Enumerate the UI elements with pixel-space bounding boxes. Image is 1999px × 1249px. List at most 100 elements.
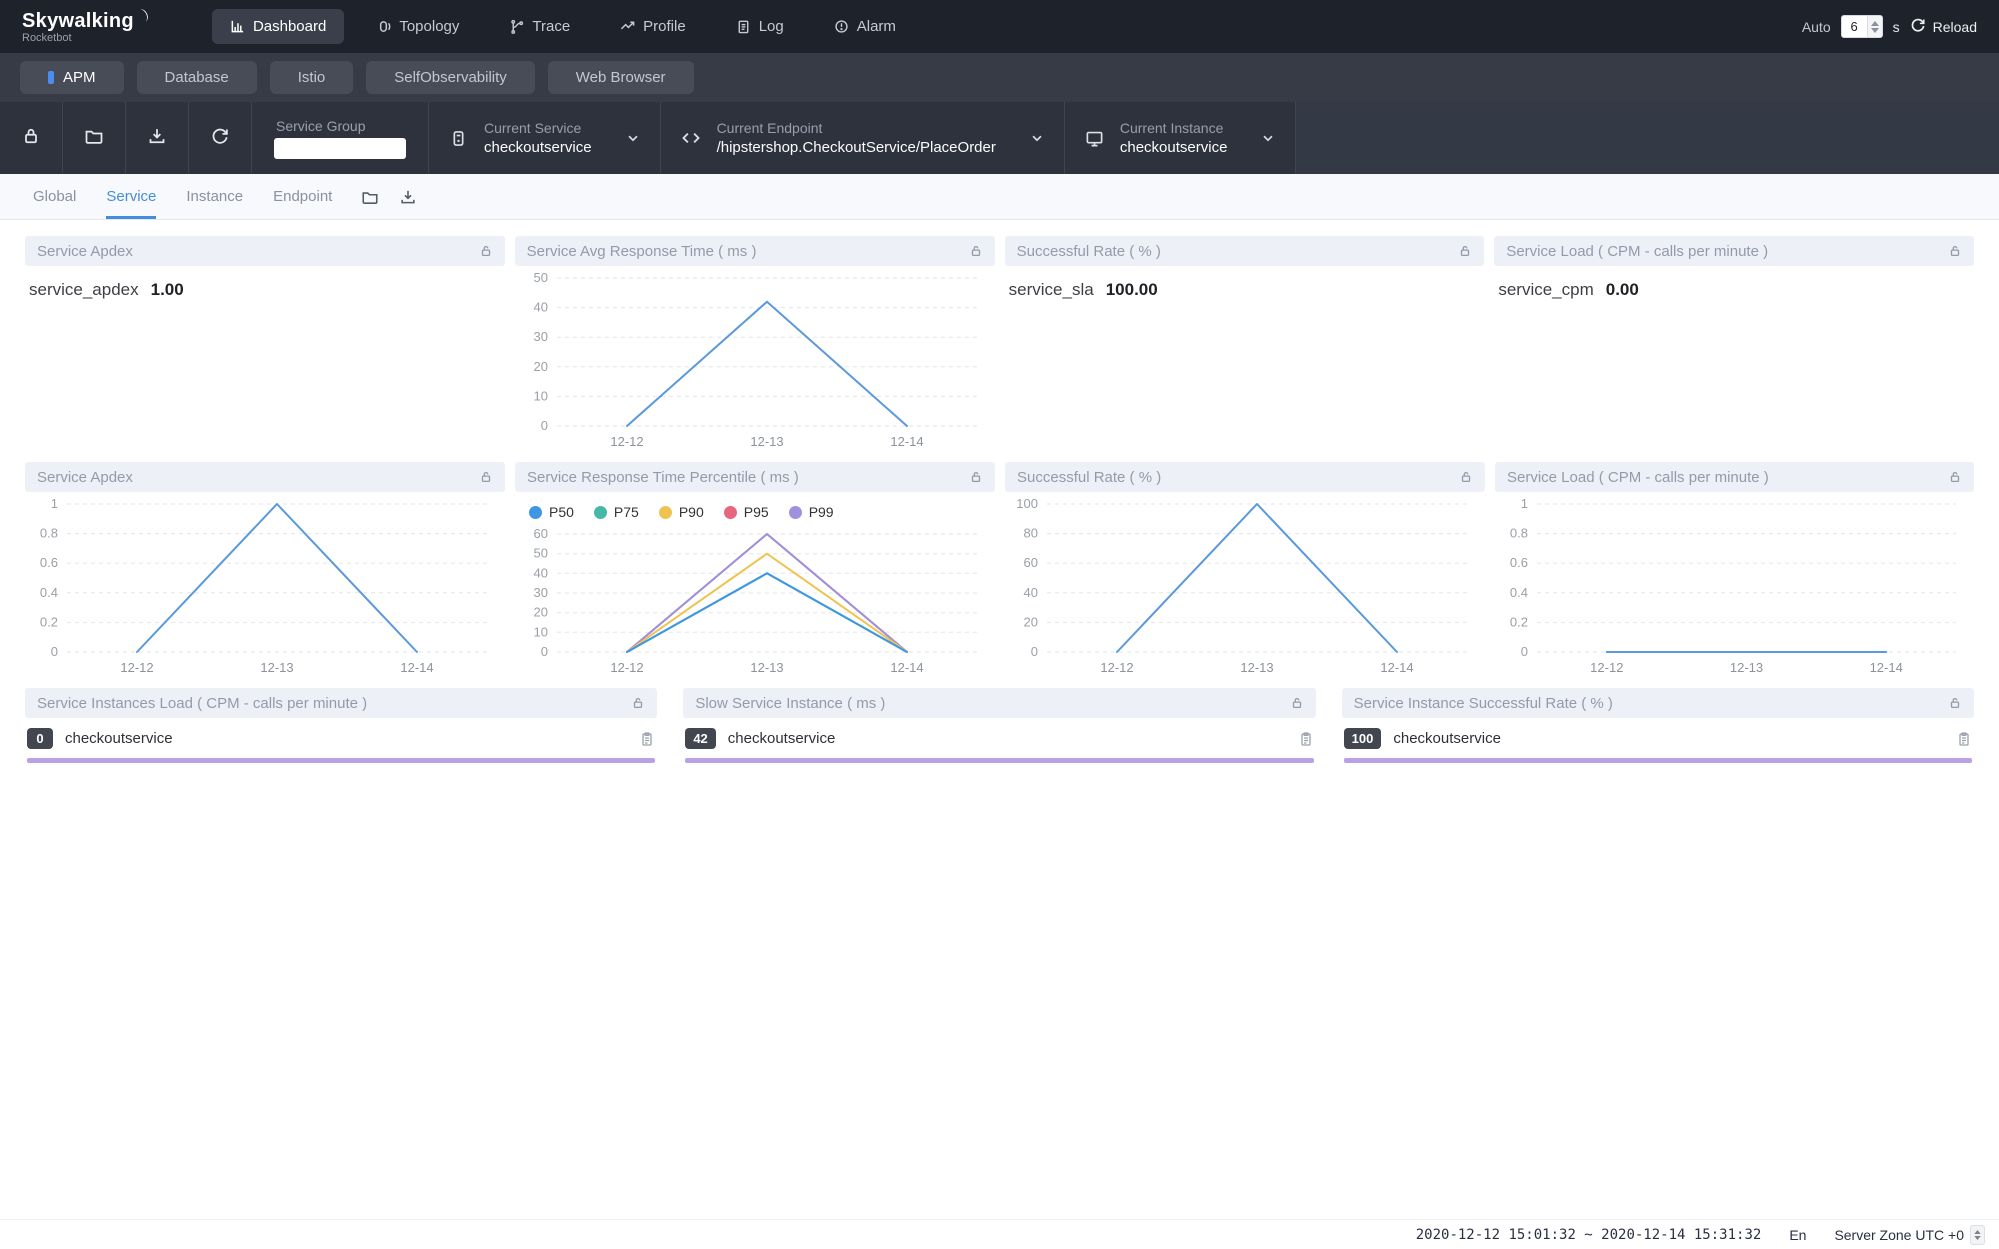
lock-icon[interactable] bbox=[631, 696, 645, 710]
tab-selfobservability[interactable]: SelfObservability bbox=[366, 61, 535, 94]
nav-item-dashboard[interactable]: Dashboard bbox=[212, 9, 344, 44]
service-group-input[interactable] bbox=[274, 138, 406, 159]
navbar-right-controls: Auto 6 s Reload bbox=[1802, 15, 1977, 38]
card-slow-instance: Slow Service Instance ( ms ) 42 checkout… bbox=[683, 688, 1315, 763]
service-apdex-chart[interactable]: 00.20.40.60.8112-1212-1312-14 bbox=[25, 492, 505, 680]
lock-icon[interactable] bbox=[969, 244, 983, 258]
legend-label: P50 bbox=[549, 504, 574, 520]
svg-text:12-14: 12-14 bbox=[400, 660, 433, 675]
legend-item-p99[interactable]: P99 bbox=[789, 504, 834, 520]
monitor-icon bbox=[1085, 129, 1104, 148]
lock-icon[interactable] bbox=[1458, 244, 1472, 258]
tab-instance[interactable]: Instance bbox=[186, 174, 243, 219]
topology-icon bbox=[376, 19, 391, 34]
folder-icon bbox=[84, 126, 104, 151]
svg-text:40: 40 bbox=[534, 565, 548, 580]
toolbar-spacer bbox=[1296, 102, 1999, 174]
percentile-chart[interactable]: 010203040506012-1212-1312-14 bbox=[515, 522, 995, 685]
nav-item-label: Alarm bbox=[857, 18, 896, 35]
instance-row[interactable]: 42 checkoutservice bbox=[685, 728, 1313, 749]
svg-text:12-13: 12-13 bbox=[750, 434, 783, 449]
lock-icon[interactable] bbox=[1459, 470, 1473, 484]
lock-dashboard-button[interactable] bbox=[0, 102, 62, 174]
language-switch[interactable]: En bbox=[1789, 1227, 1806, 1243]
lock-icon[interactable] bbox=[1948, 470, 1962, 484]
log-icon bbox=[736, 19, 751, 34]
value-badge: 100 bbox=[1344, 728, 1382, 749]
nav-item-alarm[interactable]: Alarm bbox=[816, 9, 914, 44]
dashboard-toolbar: Service Group Current Service checkoutse… bbox=[0, 102, 1999, 174]
export-view-button[interactable] bbox=[399, 188, 417, 206]
lock-icon[interactable] bbox=[1948, 696, 1962, 710]
zone-stepper-icon[interactable] bbox=[1970, 1225, 1985, 1245]
legend-label: P75 bbox=[614, 504, 639, 520]
card-service-apdex-chart: Service Apdex 00.20.40.60.8112-1212-1312… bbox=[25, 462, 505, 680]
auto-interval-value: 6 bbox=[1842, 19, 1867, 34]
tab-database[interactable]: Database bbox=[137, 61, 257, 94]
current-service-selector[interactable]: Current Service checkoutservice bbox=[429, 102, 660, 174]
logo-title: Skywalking bbox=[22, 10, 134, 33]
legend-dot-icon bbox=[594, 506, 607, 519]
nav-item-log[interactable]: Log bbox=[718, 9, 802, 44]
time-range-picker[interactable]: 2020-12-12 15:01:32 ~ 2020-12-14 15:31:3… bbox=[1416, 1227, 1762, 1243]
profile-icon bbox=[620, 19, 635, 34]
card-instances-load: Service Instances Load ( CPM - calls per… bbox=[25, 688, 657, 763]
svg-text:0.8: 0.8 bbox=[1510, 526, 1528, 541]
refresh-services-button[interactable] bbox=[189, 102, 251, 174]
instance-row[interactable]: 0 checkoutservice bbox=[27, 728, 655, 749]
legend-item-p50[interactable]: P50 bbox=[529, 504, 574, 520]
service-load-chart[interactable]: 00.20.40.60.8112-1212-1312-14 bbox=[1495, 492, 1974, 680]
lock-icon[interactable] bbox=[1290, 696, 1304, 710]
value-badge: 42 bbox=[685, 728, 715, 749]
import-view-button[interactable] bbox=[361, 188, 379, 206]
server-zone-label: Server Zone UTC +0 bbox=[1834, 1227, 1964, 1243]
current-instance-selector[interactable]: Current Instance checkoutservice bbox=[1065, 102, 1296, 174]
tab-web-browser[interactable]: Web Browser bbox=[548, 61, 694, 94]
service-group-label: Service Group bbox=[274, 118, 406, 134]
avg-response-time-chart[interactable]: 0102030405012-1212-1312-14 bbox=[515, 266, 995, 454]
export-template-button[interactable] bbox=[126, 102, 188, 174]
stepper-arrows-icon[interactable] bbox=[1867, 16, 1882, 37]
tab-service[interactable]: Service bbox=[106, 174, 156, 219]
clipboard-icon[interactable] bbox=[1298, 731, 1314, 747]
nav-item-label: Profile bbox=[643, 18, 686, 35]
auto-interval-stepper[interactable]: 6 bbox=[1841, 15, 1883, 38]
legend-item-p90[interactable]: P90 bbox=[659, 504, 704, 520]
svg-text:12-14: 12-14 bbox=[890, 660, 923, 675]
import-template-button[interactable] bbox=[63, 102, 125, 174]
svg-text:0.8: 0.8 bbox=[40, 526, 58, 541]
value-badge: 0 bbox=[27, 728, 53, 749]
clipboard-icon[interactable] bbox=[1956, 731, 1972, 747]
instance-row[interactable]: 100 checkoutservice bbox=[1344, 728, 1972, 749]
tab-endpoint[interactable]: Endpoint bbox=[273, 174, 332, 219]
legend-item-p95[interactable]: P95 bbox=[724, 504, 769, 520]
tab-apm[interactable]: APM bbox=[20, 61, 124, 94]
svg-text:0.2: 0.2 bbox=[40, 614, 58, 629]
reload-button[interactable]: Reload bbox=[1910, 17, 1977, 36]
svg-text:0: 0 bbox=[541, 644, 548, 659]
legend-item-p75[interactable]: P75 bbox=[594, 504, 639, 520]
successful-rate-chart[interactable]: 02040608010012-1212-1312-14 bbox=[1005, 492, 1485, 680]
svg-text:12-12: 12-12 bbox=[610, 434, 643, 449]
clipboard-icon[interactable] bbox=[639, 731, 655, 747]
lock-icon[interactable] bbox=[969, 470, 983, 484]
subtab-label: Service bbox=[106, 188, 156, 205]
svg-text:1: 1 bbox=[51, 496, 58, 511]
nav-item-trace[interactable]: Trace bbox=[491, 9, 588, 44]
selector-label: Current Instance bbox=[1120, 120, 1228, 136]
card-title: Service Instance Successful Rate ( % ) bbox=[1354, 695, 1613, 712]
svg-text:12-12: 12-12 bbox=[610, 660, 643, 675]
nav-item-topology[interactable]: Topology bbox=[358, 9, 477, 44]
tab-label: Istio bbox=[298, 69, 326, 86]
lock-icon[interactable] bbox=[1948, 244, 1962, 258]
card-instance-success-rate: Service Instance Successful Rate ( % ) 1… bbox=[1342, 688, 1974, 763]
nav-item-profile[interactable]: Profile bbox=[602, 9, 704, 44]
chevron-down-icon bbox=[1030, 131, 1044, 145]
lock-icon[interactable] bbox=[479, 244, 493, 258]
tab-istio[interactable]: Istio bbox=[270, 61, 354, 94]
svg-text:20: 20 bbox=[534, 605, 548, 620]
legend-dot-icon bbox=[529, 506, 542, 519]
tab-global[interactable]: Global bbox=[33, 174, 76, 219]
lock-icon[interactable] bbox=[479, 470, 493, 484]
current-endpoint-selector[interactable]: Current Endpoint /hipstershop.CheckoutSe… bbox=[661, 102, 1064, 174]
